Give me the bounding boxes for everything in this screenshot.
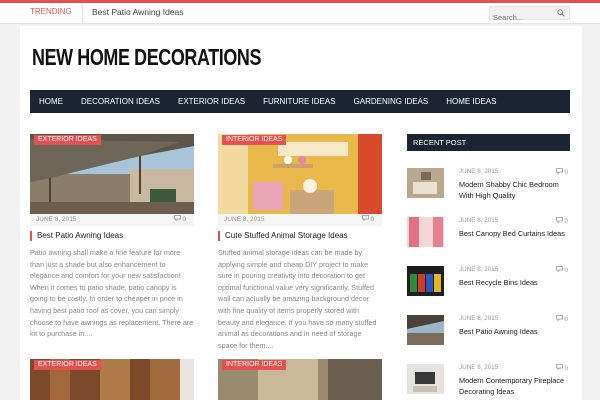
recent-post-date: JUNE 8, 2015 [459, 168, 499, 175]
post-excerpt: Patio awning shall make a fine feature f… [30, 248, 194, 339]
comment-icon [555, 315, 563, 322]
nav-item-decoration-ideas[interactable]: DECORATION IDEAS [72, 90, 169, 113]
comment-count[interactable]: 0 [555, 315, 568, 323]
nav-item-gardening-ideas[interactable]: GARDENING IDEAS [345, 90, 438, 113]
stuffed-animal-photo [218, 134, 382, 214]
comment-icon [173, 215, 181, 222]
post-title[interactable]: Cute Stuffed Animal Storage Ideas [218, 231, 382, 241]
search-box[interactable] [489, 6, 570, 24]
nav-item-home-ideas[interactable]: HOME IDEAS [437, 90, 505, 113]
recent-post-item[interactable]: JUNE 8, 2015 0 Best Recycle Bins Ideas [407, 266, 570, 302]
search-icon[interactable] [557, 9, 565, 17]
comment-count[interactable]: 0 [555, 217, 568, 225]
comment-count[interactable]: 0 [361, 214, 374, 226]
post-meta: JUNE 8, 2015 0 [218, 214, 382, 226]
recent-post-date: JUNE 8, 2015 [459, 364, 499, 371]
post-date: JUNE 8, 2015 [36, 216, 77, 223]
post-date: JUNE 8, 2015 [224, 216, 265, 223]
comment-count[interactable]: 0 [555, 364, 568, 372]
recent-post-thumb[interactable] [407, 364, 444, 394]
main-nav: HOME DECORATION IDEAS EXTERIOR IDEAS FUR… [30, 90, 570, 113]
post-image-interior[interactable]: INTERIOR IDEAS [218, 359, 382, 400]
comment-count[interactable]: 0 [173, 214, 186, 226]
post-image-patio-awning[interactable]: EXTERIOR IDEAS [30, 134, 194, 214]
main-container: NEW HOME DECORATIONS HOME DECORATION IDE… [20, 26, 582, 400]
recent-post-item[interactable]: JUNE 8, 2015 0 Modern Shabby Chic Bedroo… [407, 168, 570, 204]
post-image-stuffed-animal[interactable]: INTERIOR IDEAS [218, 134, 382, 214]
nav-item-home[interactable]: HOME [30, 90, 72, 113]
recent-post-thumb[interactable] [407, 266, 444, 296]
recent-post-date: JUNE 8, 2015 [459, 217, 499, 224]
comment-count[interactable]: 0 [555, 266, 568, 274]
recent-post-title[interactable]: Modern Shabby Chic Bedroom With High Qua… [459, 179, 565, 201]
top-bar: TRENDING Best Patio Awning Ideas [0, 0, 600, 24]
trending-label: TRENDING [20, 3, 83, 24]
comment-count[interactable]: 0 [555, 168, 568, 176]
sidebar-heading: RECENT POST [407, 134, 570, 151]
recent-post-title[interactable]: Best Canopy Bed Curtains Ideas [459, 228, 565, 239]
recent-post-thumb[interactable] [407, 315, 444, 345]
search-input[interactable] [490, 11, 552, 24]
trending-link[interactable]: Best Patio Awning Ideas [92, 3, 184, 21]
recent-post-thumb[interactable] [407, 217, 444, 247]
nav-item-furniture-ideas[interactable]: FURNITURE IDEAS [254, 90, 344, 113]
recent-post-thumb[interactable] [407, 168, 444, 198]
category-badge[interactable]: EXTERIOR IDEAS [34, 135, 101, 145]
recent-post-title[interactable]: Modern Contemporary Fireplace Decorating… [459, 375, 565, 397]
recent-post-item[interactable]: JUNE 8, 2015 0 Best Patio Awning Ideas [407, 315, 570, 351]
comment-icon [555, 364, 563, 371]
recent-post-date: JUNE 8, 2015 [459, 315, 499, 322]
recent-post-title[interactable]: Best Patio Awning Ideas [459, 326, 565, 337]
nav-item-exterior-ideas[interactable]: EXTERIOR IDEAS [169, 90, 254, 113]
post-title[interactable]: Best Patio Awning Ideas [30, 231, 194, 241]
comment-icon [361, 215, 369, 222]
recent-post-date: JUNE 8, 2015 [459, 266, 499, 273]
post-image-exterior[interactable]: EXTERIOR IDEAS [30, 359, 194, 400]
category-badge[interactable]: INTERIOR IDEAS [222, 360, 287, 370]
recent-post-item[interactable]: JUNE 8, 2015 0 Best Canopy Bed Curtains … [407, 217, 570, 253]
category-badge[interactable]: INTERIOR IDEAS [222, 135, 287, 145]
recent-post-title[interactable]: Best Recycle Bins Ideas [459, 277, 565, 288]
post-meta: JUNE 8, 2015 0 [30, 214, 194, 226]
comment-icon [555, 217, 563, 224]
site-logo[interactable]: NEW HOME DECORATIONS [32, 44, 261, 71]
post-excerpt: Stuffed animal storage ideas can be made… [218, 248, 377, 350]
recent-post-item[interactable]: JUNE 8, 2015 0 Modern Contemporary Firep… [407, 364, 570, 400]
category-badge[interactable]: EXTERIOR IDEAS [34, 360, 101, 370]
comment-icon [555, 168, 563, 175]
comment-icon [555, 266, 563, 273]
patio-awning-photo [30, 134, 194, 214]
